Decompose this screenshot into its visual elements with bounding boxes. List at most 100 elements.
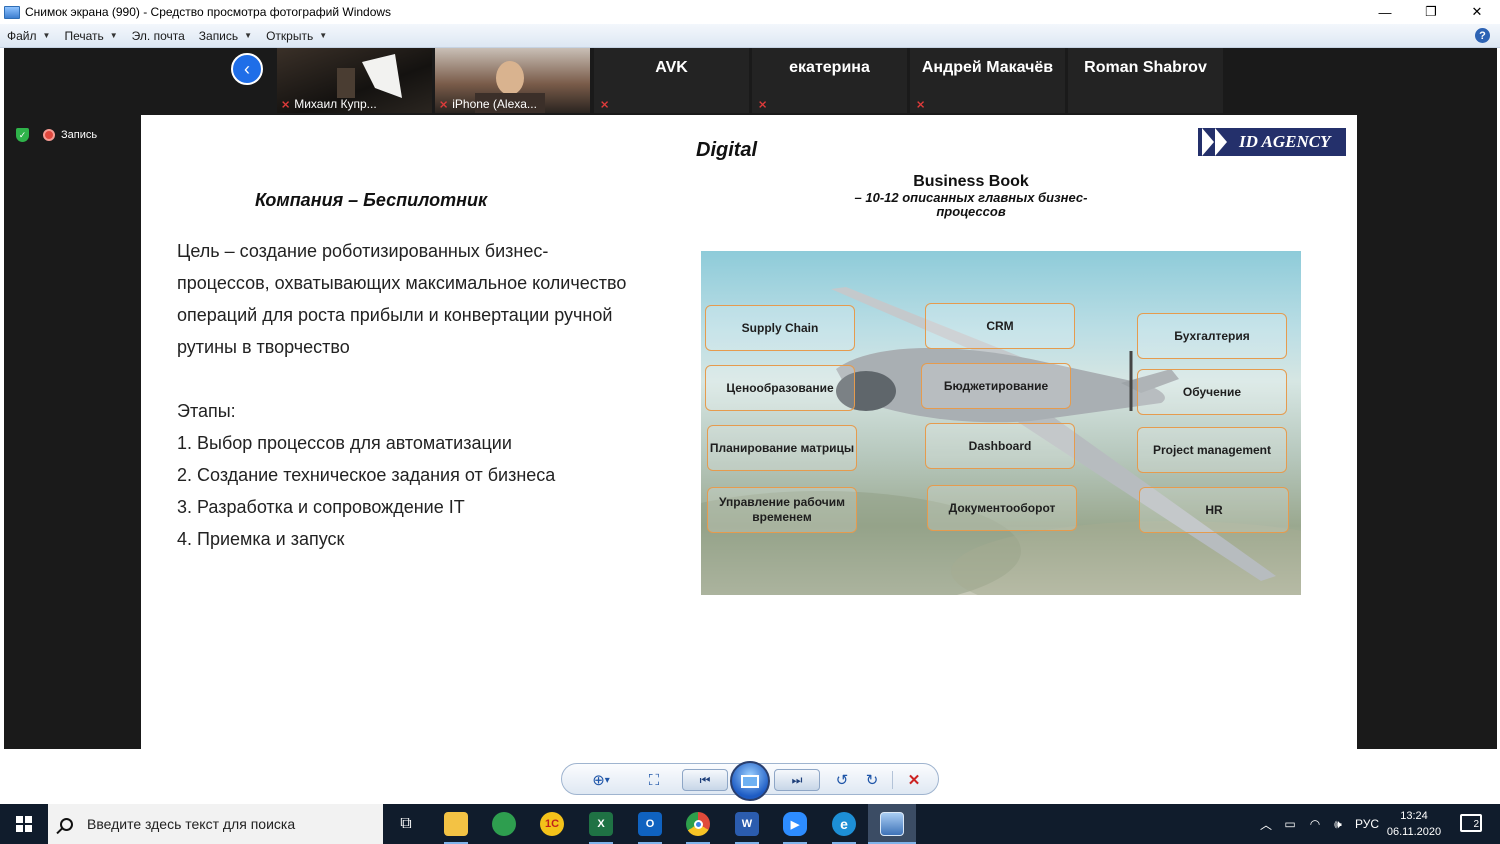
show-hidden-icons-icon[interactable]: ︿ bbox=[1256, 816, 1276, 833]
stage-item: 2. Создание техническое задания от бизне… bbox=[177, 465, 556, 485]
process-box: Обучение bbox=[1137, 369, 1287, 415]
menu-email[interactable]: Эл. почта bbox=[125, 29, 192, 43]
chevron-down-icon: ▼ bbox=[319, 31, 328, 40]
edge-icon[interactable]: e bbox=[832, 812, 856, 836]
muted-mic-icon: ⨯ bbox=[758, 99, 768, 111]
slide-heading: Компания – Беспилотник bbox=[255, 190, 488, 210]
photo-viewer-app-icon bbox=[4, 5, 20, 19]
file-explorer-icon[interactable] bbox=[444, 812, 468, 836]
chrome-icon[interactable] bbox=[686, 812, 710, 836]
slide-label-digital: Digital bbox=[696, 139, 758, 161]
process-box: Dashboard bbox=[925, 423, 1075, 469]
excel-icon[interactable]: X bbox=[589, 812, 613, 836]
1c-icon[interactable]: 1С bbox=[540, 812, 564, 836]
window-title: Снимок экрана (990) - Средство просмотра… bbox=[25, 5, 392, 19]
clock-time: 13:24 bbox=[1400, 810, 1428, 822]
business-book-subtitle: – 10-12 описанных главных бизнес- процес… bbox=[854, 190, 1088, 219]
help-icon[interactable]: ? bbox=[1475, 28, 1490, 43]
close-button[interactable]: ✕ bbox=[1454, 0, 1500, 24]
chevron-down-icon: ▼ bbox=[42, 31, 51, 40]
next-icon: ⏭ bbox=[791, 772, 803, 787]
back-arrow-icon[interactable]: ‹ bbox=[231, 53, 263, 85]
stages-list: Этапы: 1. Выбор процессов для автоматиза… bbox=[177, 395, 555, 555]
maps-icon[interactable] bbox=[492, 812, 516, 836]
process-box: Бюджетирование bbox=[921, 363, 1071, 409]
next-button[interactable]: ⏭ bbox=[774, 769, 820, 791]
stage-item: 4. Приемка и запуск bbox=[177, 529, 345, 549]
participant-tile[interactable]: ⨯ iPhone (Alexa... bbox=[435, 48, 590, 113]
process-box: Планирование матрицы bbox=[707, 425, 857, 471]
menu-print[interactable]: Печать ▼ bbox=[57, 29, 124, 43]
search-icon bbox=[60, 817, 73, 831]
participant-tile[interactable]: Андрей Макачёв ⨯ bbox=[910, 48, 1065, 113]
delete-button[interactable]: ✕ bbox=[902, 768, 926, 792]
participant-tile[interactable]: Roman Shabrov bbox=[1068, 48, 1223, 113]
menu-bar: Файл ▼ Печать ▼ Эл. почта Запись ▼ Открыть ▼… bbox=[0, 24, 1500, 48]
battery-icon[interactable]: ▭ bbox=[1276, 817, 1304, 831]
rotate-right-button[interactable]: ↻ bbox=[860, 768, 884, 792]
rotate-right-icon: ↻ bbox=[865, 772, 879, 789]
stage-item: 1. Выбор процессов для автоматизации bbox=[177, 433, 512, 453]
stages-title: Этапы: bbox=[177, 401, 236, 421]
goal-paragraph: Цель – создание роботизированных бизнес-… bbox=[177, 241, 627, 357]
participant-tile[interactable]: ⨯ Михаил Купр... bbox=[277, 48, 432, 113]
fit-icon: ⛶ bbox=[648, 771, 660, 789]
drone-process-image: Supply Chain CRM Бухгалтерия Ценообразов… bbox=[701, 251, 1301, 595]
id-agency-logo: ID AGENCY bbox=[1198, 128, 1346, 156]
slideshow-button[interactable] bbox=[730, 761, 770, 801]
menu-burn[interactable]: Запись ▼ bbox=[192, 29, 259, 43]
zoom-button[interactable]: ⊕ ▾ bbox=[584, 768, 618, 792]
menu-open[interactable]: Открыть ▼ bbox=[259, 29, 334, 43]
minimize-button[interactable]: — bbox=[1362, 0, 1408, 24]
muted-mic-icon: ⨯ bbox=[439, 98, 449, 111]
photo-canvas: ‹ ⨯ Михаил Купр... ⨯ iPhone (Alexa... AVK … bbox=[4, 48, 1497, 749]
title-bar: Снимок экрана (990) - Средство просмотра… bbox=[0, 0, 1500, 24]
participant-strip: ‹ ⨯ Михаил Купр... ⨯ iPhone (Alexa... AVK … bbox=[4, 48, 1497, 113]
muted-mic-icon: ⨯ bbox=[600, 99, 610, 111]
search-placeholder: Введите здесь текст для поиска bbox=[87, 816, 296, 832]
start-button[interactable] bbox=[0, 804, 48, 844]
business-book-title: Business Book bbox=[913, 173, 1029, 190]
language-indicator[interactable]: РУС bbox=[1350, 817, 1384, 831]
muted-mic-icon: ⨯ bbox=[281, 98, 291, 111]
muted-mic-icon: ⨯ bbox=[916, 99, 926, 111]
chevron-down-icon: ▼ bbox=[109, 31, 118, 40]
wifi-icon[interactable]: ◠ bbox=[1304, 817, 1326, 831]
system-tray: ︿ ▭ ◠ 🕪 РУС bbox=[1256, 804, 1384, 844]
taskbar-search[interactable]: Введите здесь текст для поиска bbox=[48, 804, 383, 844]
stage-item: 3. Разработка и сопровождение IT bbox=[177, 497, 465, 517]
menu-file[interactable]: Файл ▼ bbox=[0, 29, 57, 43]
process-box: CRM bbox=[925, 303, 1075, 349]
process-box: HR bbox=[1139, 487, 1289, 533]
toolbar-divider bbox=[892, 771, 893, 789]
viewer-toolbar: ⊕ ▾ ⛶ ⏮ ⏭ ↺ ↻ ✕ bbox=[561, 761, 939, 801]
process-box: Управление рабочим временем bbox=[707, 487, 857, 533]
photo-viewer-taskbar-icon[interactable] bbox=[880, 812, 904, 836]
zoom-app-icon[interactable]: ▶ bbox=[783, 812, 807, 836]
meeting-status: ✓ Запись bbox=[16, 128, 97, 142]
previous-button[interactable]: ⏮ bbox=[682, 769, 728, 791]
participant-tile[interactable]: AVK ⨯ bbox=[594, 48, 749, 113]
record-icon bbox=[43, 129, 55, 141]
participant-tile[interactable]: екатерина ⨯ bbox=[752, 48, 907, 113]
volume-icon[interactable]: 🕪 bbox=[1326, 817, 1350, 832]
outlook-icon[interactable]: O bbox=[638, 812, 662, 836]
task-view-icon[interactable]: ⧉ bbox=[394, 812, 418, 836]
windows-logo-icon bbox=[16, 816, 32, 832]
process-box: Бухгалтерия bbox=[1137, 313, 1287, 359]
process-box: Supply Chain bbox=[705, 305, 855, 351]
maximize-button[interactable]: ❐ bbox=[1408, 0, 1454, 24]
clock-date: 06.11.2020 bbox=[1386, 826, 1442, 838]
zoom-icon: ⊕ bbox=[592, 772, 605, 789]
notification-center-icon[interactable]: 2 bbox=[1460, 814, 1482, 832]
shield-icon[interactable]: ✓ bbox=[16, 128, 29, 142]
word-icon[interactable]: W bbox=[735, 812, 759, 836]
rotate-left-button[interactable]: ↺ bbox=[830, 768, 854, 792]
logo-chevrons-icon bbox=[1198, 128, 1236, 156]
process-box: Project management bbox=[1137, 427, 1287, 473]
actual-size-button[interactable]: ⛶ bbox=[642, 768, 666, 792]
chevron-down-icon: ▼ bbox=[244, 31, 253, 40]
clock[interactable]: 13:24 06.11.2020 bbox=[1380, 808, 1448, 840]
recording-badge[interactable]: Запись bbox=[43, 129, 97, 141]
taskbar: Введите здесь текст для поиска ⧉ 1С X O … bbox=[0, 804, 1500, 844]
